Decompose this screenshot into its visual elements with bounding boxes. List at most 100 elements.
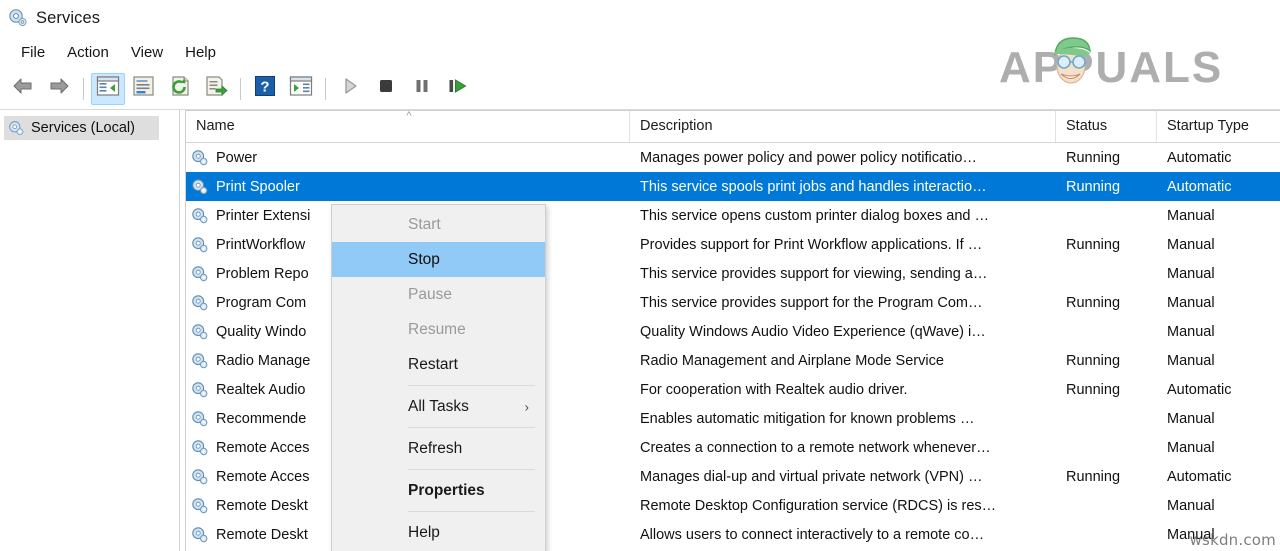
title-bar: Services [0, 0, 1280, 36]
cell-description: Provides support for Print Workflow appl… [630, 230, 1056, 259]
services-gear-icon [7, 119, 26, 138]
column-header-status-label: Status [1066, 118, 1107, 134]
show-hide-console-tree-icon [96, 75, 120, 102]
cell-status [1056, 201, 1157, 230]
services-gear-icon [190, 438, 210, 458]
service-name-text: Realtek Audio [216, 382, 305, 398]
stop-service-button[interactable] [369, 73, 403, 105]
context-menu-restart[interactable]: Restart [332, 347, 545, 382]
refresh-icon [168, 75, 192, 102]
service-name-text: Recommende [216, 411, 306, 427]
service-name-text: Quality Windo [216, 324, 306, 340]
context-menu-item-label: Help [408, 524, 440, 542]
table-row[interactable]: Print SpoolerThis service spools print j… [186, 172, 1280, 201]
back-icon [11, 76, 35, 101]
service-name-text: PrintWorkflow [216, 237, 305, 253]
cell-status: Running [1056, 375, 1157, 404]
restart-service-button[interactable] [441, 73, 475, 105]
cell-status [1056, 259, 1157, 288]
refresh-button[interactable] [163, 73, 197, 105]
context-menu-stop[interactable]: Stop [332, 242, 545, 277]
toolbar-separator-3 [325, 78, 326, 100]
cell-description: Quality Windows Audio Video Experience (… [630, 317, 1056, 346]
services-gear-icon [190, 409, 210, 429]
cell-status: Running [1056, 346, 1157, 375]
cell-startup-type: Manual [1157, 491, 1279, 520]
cell-description: Creates a connection to a remote network… [630, 433, 1056, 462]
window-title: Services [36, 9, 100, 28]
context-menu-separator [408, 385, 535, 386]
context-menu-item-label: Stop [408, 251, 440, 269]
export-list-button[interactable] [199, 73, 233, 105]
properties-button[interactable] [127, 73, 161, 105]
cell-description: Radio Management and Airplane Mode Servi… [630, 346, 1056, 375]
table-row[interactable]: PowerManages power policy and power poli… [186, 143, 1280, 172]
context-menu-separator [408, 511, 535, 512]
content-area: Services (Local) Name ^ Description Stat… [0, 110, 1280, 551]
cell-status [1056, 520, 1157, 549]
cell-startup-type: Automatic [1157, 375, 1279, 404]
services-gear-icon [190, 148, 210, 168]
restart-service-icon [447, 76, 469, 101]
column-header-description[interactable]: Description [630, 110, 1056, 142]
context-menu-pause: Pause [332, 277, 545, 312]
list-header-row: Name ^ Description Status Startup Type [186, 111, 1280, 143]
context-menu-item-label: Resume [408, 321, 466, 339]
context-menu-properties[interactable]: Properties [332, 473, 545, 508]
service-name-text: Remote Deskt [216, 498, 308, 514]
column-header-startup-type[interactable]: Startup Type [1157, 110, 1279, 142]
services-gear-icon [190, 380, 210, 400]
context-menu-resume: Resume [332, 312, 545, 347]
cell-startup-type: Manual [1157, 520, 1279, 549]
cell-startup-type: Automatic [1157, 172, 1279, 201]
menu-file[interactable]: File [10, 41, 56, 64]
services-window: Services File Action View Help [0, 0, 1280, 551]
context-menu-all-tasks[interactable]: All Tasks› [332, 389, 545, 424]
menu-action[interactable]: Action [56, 41, 120, 64]
service-name-text: Problem Repo [216, 266, 309, 282]
sort-ascending-icon: ^ [402, 112, 416, 120]
service-name-text: Remote Deskt [216, 527, 308, 543]
cell-description: This service opens custom printer dialog… [630, 201, 1056, 230]
start-service-button[interactable] [333, 73, 367, 105]
cell-startup-type: Manual [1157, 404, 1279, 433]
cell-status [1056, 433, 1157, 462]
cell-startup-type: Manual [1157, 259, 1279, 288]
toolbar-separator-2 [240, 78, 241, 100]
cell-status [1056, 491, 1157, 520]
properties-icon [132, 75, 156, 102]
services-gear-icon [190, 351, 210, 371]
context-menu-refresh[interactable]: Refresh [332, 431, 545, 466]
service-name-text: Print Spooler [216, 179, 300, 195]
context-menu-item-label: Properties [408, 482, 485, 500]
column-header-name[interactable]: Name ^ [186, 110, 630, 142]
pause-service-button[interactable] [405, 73, 439, 105]
svg-text:?: ? [260, 79, 269, 96]
menu-view[interactable]: View [120, 41, 174, 64]
column-header-startup-type-label: Startup Type [1167, 118, 1249, 134]
back-button[interactable] [6, 73, 40, 105]
show-action-pane-button[interactable] [284, 73, 318, 105]
tree-node-label: Services (Local) [31, 120, 135, 136]
context-menu-item-label: Restart [408, 356, 458, 374]
cell-description: Allows users to connect interactively to… [630, 520, 1056, 549]
cell-status: Running [1056, 462, 1157, 491]
tree-node-services-local[interactable]: Services (Local) [4, 116, 159, 140]
context-menu-item-label: Refresh [408, 440, 462, 458]
cell-startup-type: Manual [1157, 201, 1279, 230]
column-header-status[interactable]: Status [1056, 110, 1157, 142]
context-menu-separator [408, 427, 535, 428]
cell-startup-type: Manual [1157, 230, 1279, 259]
services-gear-icon [190, 293, 210, 313]
cell-startup-type: Automatic [1157, 462, 1279, 491]
context-menu-help[interactable]: Help [332, 515, 545, 550]
menu-help[interactable]: Help [174, 41, 227, 64]
service-name-text: Printer Extensi [216, 208, 310, 224]
help-button[interactable]: ? [248, 73, 282, 105]
show-hide-console-tree-button[interactable] [91, 73, 125, 105]
show-action-pane-icon [289, 75, 313, 102]
context-menu: StartStopPauseResumeRestartAll Tasks›Ref… [331, 204, 546, 551]
forward-button[interactable] [42, 73, 76, 105]
service-name-text: Remote Acces [216, 440, 310, 456]
cell-startup-type: Manual [1157, 288, 1279, 317]
